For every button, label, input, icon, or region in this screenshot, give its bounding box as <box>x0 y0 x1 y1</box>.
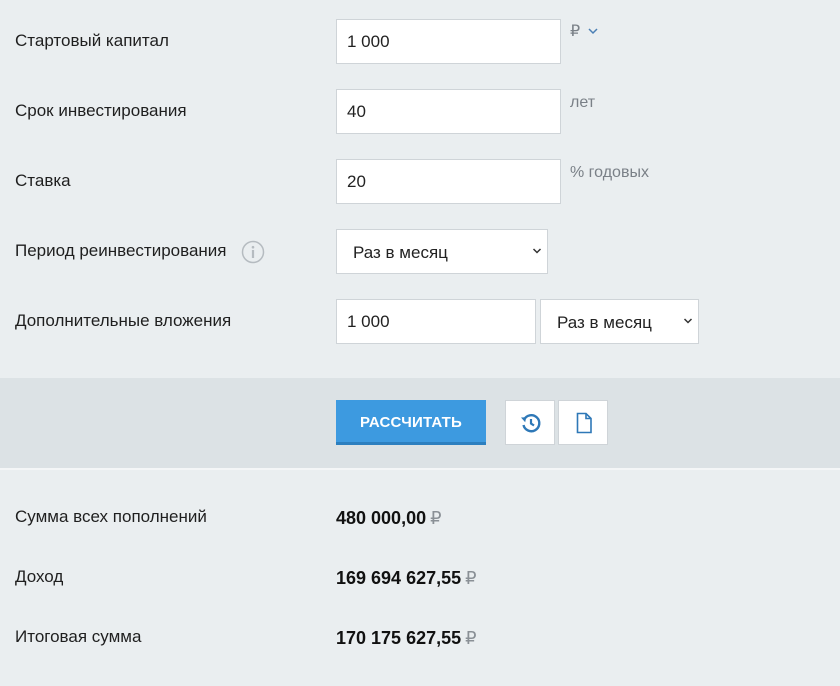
chevron-down-icon <box>588 28 598 35</box>
currency-symbol: ₽ <box>465 568 477 588</box>
rate-input[interactable]: 20 <box>336 159 561 204</box>
results-section: Сумма всех пополнений 480 000,00 ₽ Доход … <box>0 470 840 686</box>
start-capital-label: Стартовый капитал <box>15 31 169 50</box>
calculator-form: Стартовый капитал 1 000 ₽ Срок инвестиро… <box>0 0 840 378</box>
additional-input[interactable]: 1 000 <box>336 299 536 344</box>
info-icon[interactable] <box>241 240 265 264</box>
currency-symbol: ₽ <box>465 628 477 648</box>
additional-period-value: Раз в месяц <box>557 313 652 332</box>
reinvest-label: Период реинвестирования <box>15 241 227 260</box>
income-value: 169 694 627,55 ₽ <box>336 568 477 589</box>
reinvest-period-value: Раз в месяц <box>353 243 448 262</box>
final-sum-value: 170 175 627,55 ₽ <box>336 628 477 649</box>
start-capital-input[interactable]: 1 000 <box>336 19 561 64</box>
export-button[interactable] <box>558 400 608 445</box>
additional-label: Дополнительные вложения <box>15 311 232 330</box>
currency-symbol: ₽ <box>430 508 442 528</box>
currency-symbol: ₽ <box>570 23 581 40</box>
total-contributions-amount: 480 000,00 <box>336 508 427 528</box>
term-unit: лет <box>570 94 596 111</box>
calculate-button[interactable]: РАССЧИТАТЬ <box>336 400 486 445</box>
chevron-down-icon <box>683 318 693 324</box>
document-icon <box>576 412 592 434</box>
final-sum-amount: 170 175 627,55 <box>336 628 462 648</box>
additional-period-select[interactable]: Раз в месяц <box>540 299 699 344</box>
currency-selector[interactable]: ₽ <box>570 21 598 41</box>
total-contributions-value: 480 000,00 ₽ <box>336 508 442 529</box>
final-sum-label: Итоговая сумма <box>15 627 142 646</box>
reset-button[interactable] <box>505 400 555 445</box>
income-amount: 169 694 627,55 <box>336 568 462 588</box>
rate-unit: % годовых <box>570 164 649 181</box>
history-reset-icon <box>521 414 541 433</box>
total-contributions-label: Сумма всех пополнений <box>15 507 207 526</box>
reinvest-period-select[interactable]: Раз в месяц <box>336 229 548 274</box>
term-label: Срок инвестирования <box>15 101 187 120</box>
rate-label: Ставка <box>15 171 71 190</box>
chevron-down-icon <box>532 248 542 254</box>
term-input[interactable]: 40 <box>336 89 561 134</box>
income-label: Доход <box>15 567 64 586</box>
